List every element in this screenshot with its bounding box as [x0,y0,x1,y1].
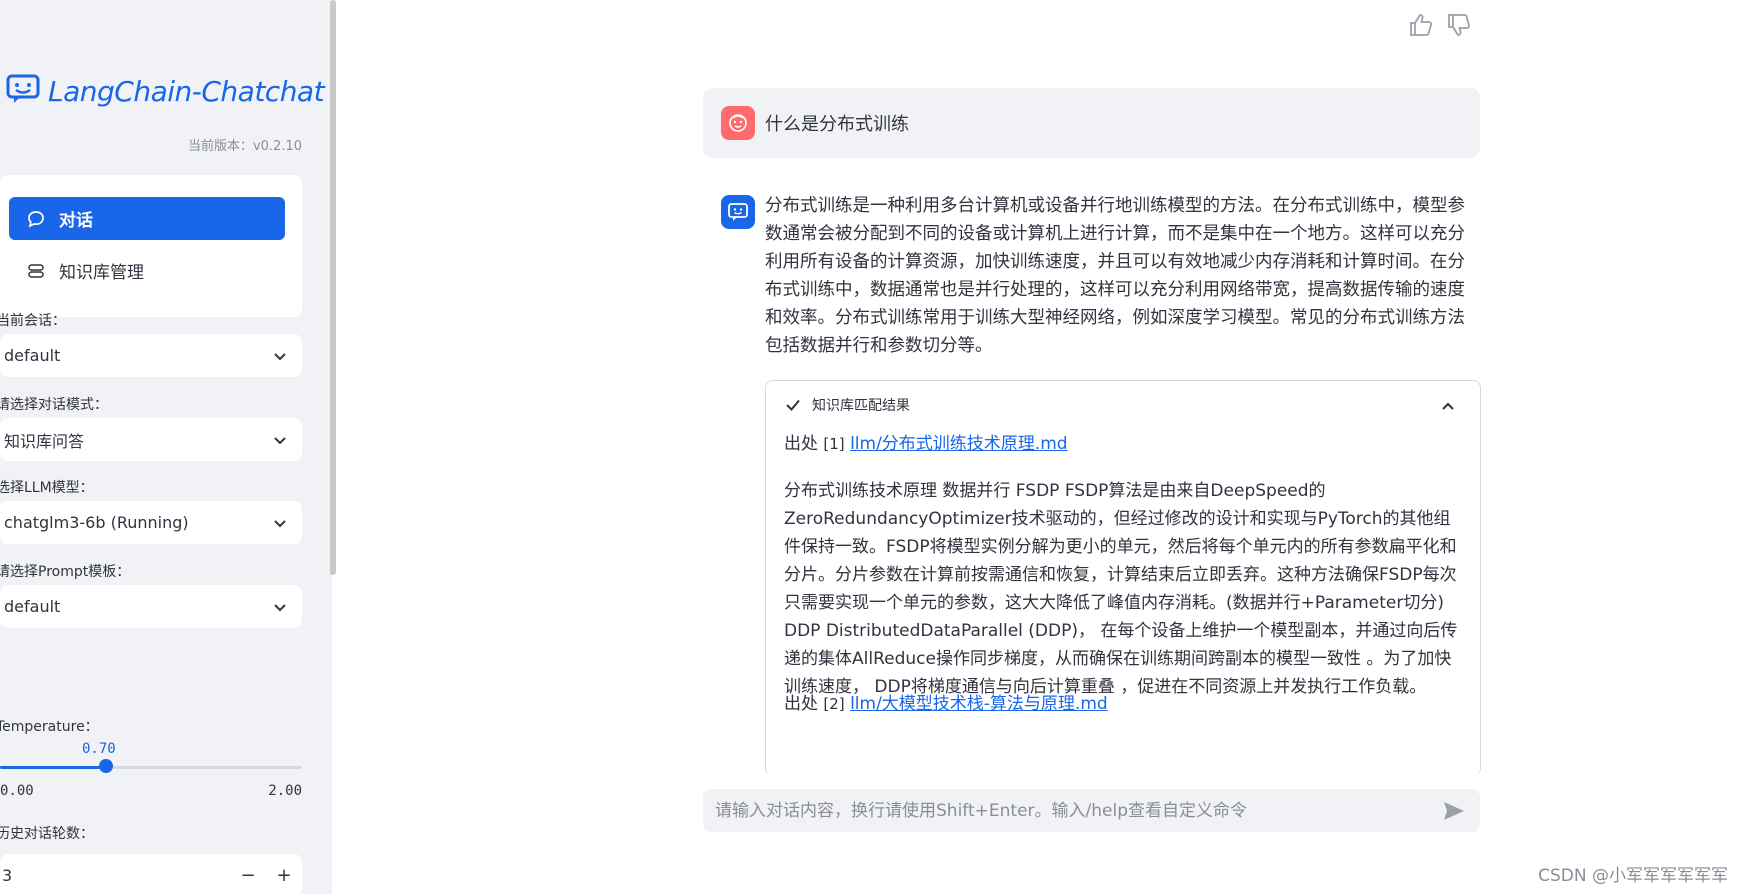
bot-chat-icon [728,203,748,221]
session-select[interactable]: default [0,334,302,377]
source-link[interactable]: llm/分布式训练技术原理.md [850,434,1068,454]
prompt-value: default [4,597,61,616]
llm-label: 选择LLM模型： [0,480,94,496]
slider-fill [0,766,106,769]
kb-results-title: 知识库匹配结果 [812,398,910,414]
bot-avatar-wrap [721,195,755,229]
nav-item-knowledge-base[interactable]: 知识库管理 [9,249,285,292]
source-prefix: 出处 [784,694,818,714]
chevron-down-icon [274,603,286,611]
user-face-icon [729,114,747,132]
source-2: 出处 [2] llm/大模型技术栈-算法与原理.md [784,689,1108,714]
sidebar-scrollbar[interactable] [330,0,336,575]
chevron-up-icon[interactable] [1440,399,1456,415]
history-stepper: 3 − + [0,854,302,894]
chat-bubble-icon [25,208,47,230]
app-logo: LangChain-Chatchat [6,74,325,108]
history-label: 历史对话轮数： [0,826,94,842]
database-icon [25,260,47,282]
thumbs-up-icon[interactable] [1408,12,1434,38]
source-prefix: 出处 [784,434,818,454]
feedback-buttons [1408,12,1472,38]
user-avatar [721,106,755,140]
mode-value: 知识库问答 [4,431,85,451]
decrement-button[interactable]: − [230,865,266,886]
send-icon[interactable] [1442,799,1466,823]
source-link[interactable]: llm/大模型技术栈-算法与原理.md [850,694,1108,714]
llm-select[interactable]: chatglm3-6b (Running) [0,501,302,544]
thumbs-down-icon[interactable] [1446,12,1472,38]
nav-item-chat[interactable]: 对话 [9,197,285,240]
bot-avatar [721,195,755,229]
chat-logo-icon [6,74,40,108]
chat-input-bar [703,789,1480,832]
version-label: 当前版本：v0.2.10 [187,139,302,154]
increment-button[interactable]: + [266,865,302,886]
sidebar: LangChain-Chatchat 当前版本：v0.2.10 对话 知识库管理… [0,0,332,894]
watermark: CSDN @小军军军军军军 [1538,866,1728,886]
nav-item-label: 对话 [59,211,93,231]
source-index: [1] [823,435,845,453]
session-label: 当前会话： [0,313,66,329]
kb-results-expander: 知识库匹配结果 出处 [1] llm/分布式训练技术原理.md 分布式训练技术原… [765,380,1481,776]
chevron-down-icon [274,519,286,527]
bot-message-text: 分布式训练是一种利用多台计算机或设备并行地训练模型的方法。在分布式训练中，模型参… [765,196,1465,356]
chat-input[interactable] [713,799,1442,822]
nav-item-label: 知识库管理 [59,263,144,283]
chevron-down-icon [274,352,286,360]
llm-value: chatglm3-6b (Running) [4,513,189,532]
mode-select[interactable]: 知识库问答 [0,418,302,461]
nav-menu: 对话 知识库管理 [0,175,302,317]
source-excerpt: 分布式训练技术原理 数据并行 FSDP FSDP算法是由来自DeepSpeed的… [784,481,1458,697]
mode-label: 请选择对话模式： [0,397,108,413]
source-index: [2] [823,695,845,713]
user-message: 什么是分布式训练 [703,88,1480,158]
prompt-select[interactable]: default [0,585,302,628]
slider-max: 2.00 [268,783,302,799]
temperature-slider[interactable] [0,766,302,769]
user-message-text: 什么是分布式训练 [765,114,909,135]
slider-thumb[interactable] [98,759,113,773]
session-value: default [4,346,61,365]
check-icon [786,399,800,411]
temperature-value: 0.70 [82,741,116,757]
slider-min: 0.00 [0,783,34,799]
chevron-down-icon [274,436,286,444]
kb-results-header[interactable]: 知识库匹配结果 [784,395,910,415]
temperature-label: Temperature： [0,719,99,735]
app-title: LangChain-Chatchat [48,74,325,108]
prompt-label: 请选择Prompt模板： [0,564,131,580]
history-value[interactable]: 3 [2,866,230,885]
source-1: 出处 [1] llm/分布式训练技术原理.md [784,429,1068,454]
